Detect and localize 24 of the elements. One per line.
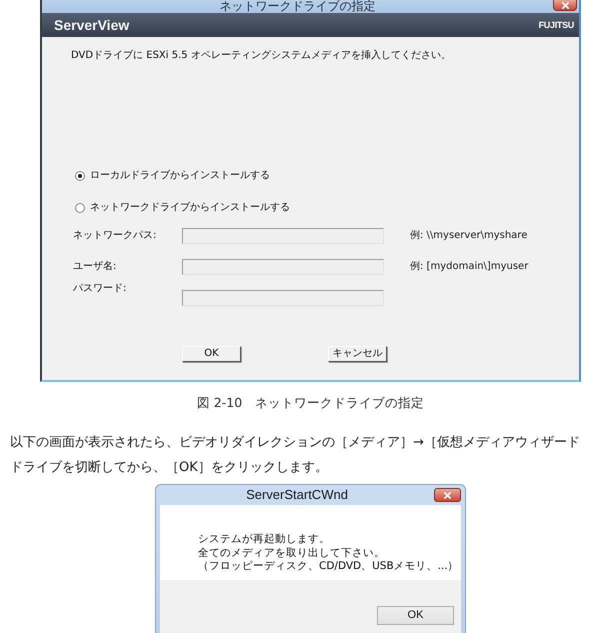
instruction-text: DVDドライブに ESXi 5.5 オペレーティングシステムメディアを挿入してください。 [71, 49, 452, 63]
field-label: ネットワークパス: [73, 229, 158, 243]
ok-button[interactable]: OK [182, 346, 241, 362]
close-icon [562, 2, 568, 8]
product-name: ServerView [54, 17, 130, 33]
field-label: ユーザ名: [73, 260, 118, 274]
cancel-button[interactable]: キャンセル [328, 346, 387, 362]
close-button[interactable] [434, 488, 461, 502]
figure-caption: 図 2-10 ネットワークドライブの指定 [196, 395, 426, 411]
close-button[interactable] [553, 0, 577, 11]
ok-button[interactable]: OK [377, 606, 454, 624]
radio-button[interactable] [75, 171, 85, 181]
radio-label[interactable]: ネットワークドライブからインストールする [90, 201, 290, 215]
example-text: 例: \\myserver\myshare [410, 229, 528, 243]
close-icon [444, 492, 451, 498]
radio-label[interactable]: ローカルドライブからインストールする [90, 169, 270, 183]
field-label: パスワード: [73, 282, 128, 296]
instruction-paragraph: 以下の画面が表示されたら、ビデオリダイレクションの［メディア］→［仮想メディアウィザード ドライブを切断してから、［OK］をクリックします。 [10, 434, 581, 477]
window-title: ServerStartCWnd [245, 487, 349, 503]
radio-button[interactable] [75, 203, 85, 213]
message-text: システムが再起動します。 全てのメディアを取り出して下さい。 （フロッピーディスク、CD/DVD、USBメモリ、...） [198, 533, 459, 574]
example-text: 例: [mydomain\]myuser [410, 260, 528, 274]
logo: FUJITSU [538, 20, 574, 30]
window-title: ネットワークドライブの指定 [218, 0, 376, 13]
